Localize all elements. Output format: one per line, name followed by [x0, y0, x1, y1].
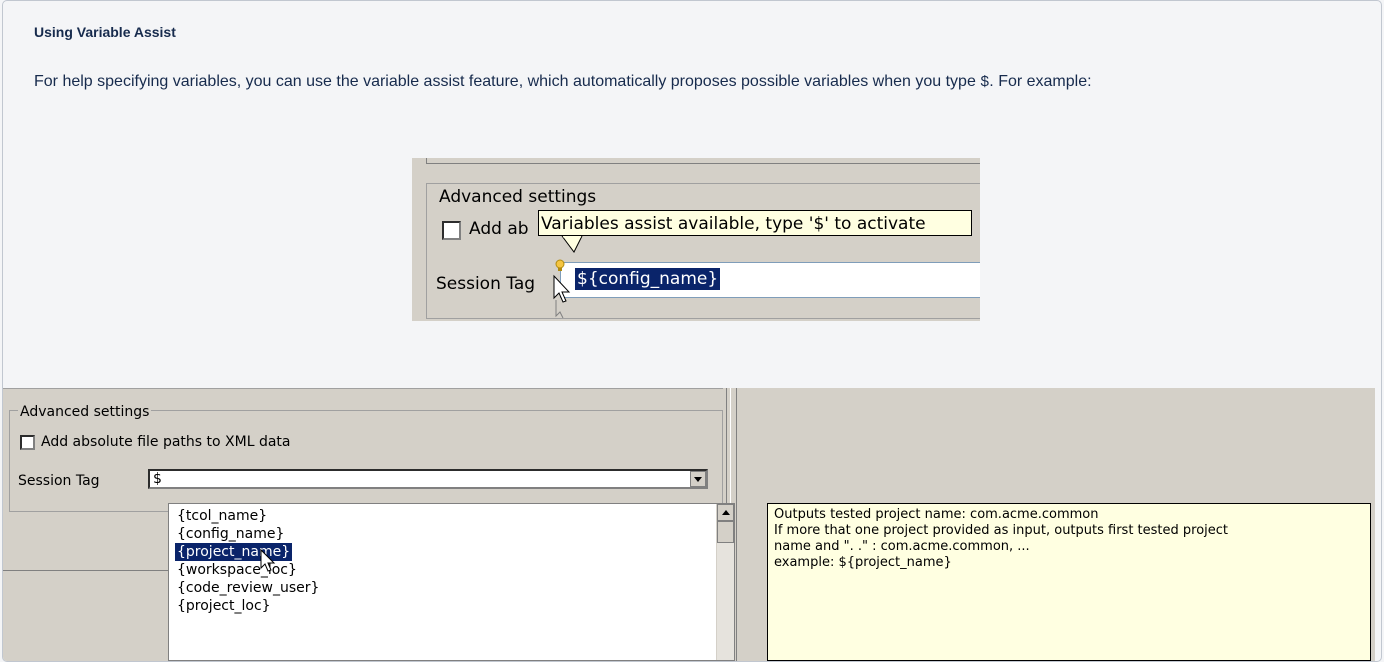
add-absolute-paths-label: Add ab — [469, 219, 529, 239]
list-item[interactable]: {code_review_user} — [175, 579, 321, 597]
session-tag-value: $ — [153, 471, 162, 487]
advanced-settings-label: Advanced settings — [18, 404, 152, 420]
chevron-down-icon — [694, 476, 702, 482]
info-line: name and ". ." : com.acme.common, ... — [774, 539, 1030, 554]
list-item[interactable]: {tcol_name} — [175, 507, 269, 525]
top-divider — [3, 388, 723, 389]
info-line: Outputs tested project name: com.acme.co… — [774, 507, 1099, 522]
advanced-settings-group — [9, 410, 723, 512]
add-absolute-paths-label: Add absolute file paths to XML data — [41, 434, 291, 450]
session-tag-label: Session Tag — [436, 274, 536, 294]
intro-paragraph: For help specifying variables, you can u… — [34, 73, 1092, 91]
variable-description-popup: Outputs tested project name: com.acme.co… — [767, 503, 1371, 661]
session-tag-label: Session Tag — [18, 473, 100, 489]
mouse-cursor-icon — [553, 274, 571, 318]
variable-suggestion-list[interactable]: {tcol_name} {config_name} {project_name}… — [168, 503, 735, 661]
combo-dropdown-button[interactable] — [690, 471, 706, 487]
add-absolute-paths-checkbox[interactable] — [442, 221, 461, 240]
session-tag-combo[interactable]: $ — [148, 469, 708, 489]
suggestion-scrollbar[interactable] — [716, 504, 734, 660]
list-item[interactable]: {project_loc} — [175, 597, 273, 615]
info-panel: Using Variable Assist For help specifyin… — [2, 0, 1382, 662]
advanced-settings-label: Advanced settings — [436, 187, 600, 207]
list-item[interactable]: {workspace_loc} — [175, 561, 299, 579]
add-absolute-paths-checkbox[interactable] — [20, 435, 35, 450]
paragraph-text-before: For help specifying variables, you can u… — [34, 73, 981, 90]
info-line: If more that one project provided as inp… — [774, 523, 1229, 538]
list-item[interactable]: {config_name} — [175, 525, 286, 543]
info-line: example: ${project_name} — [774, 555, 952, 570]
section-heading: Using Variable Assist — [34, 24, 176, 40]
dollar-code: $ — [980, 74, 990, 91]
paragraph-text-after: . For example: — [989, 73, 1092, 90]
screenshot-variable-assist-tooltip: Advanced settings Add ab Session Tag ${c… — [412, 158, 980, 321]
mouse-cursor-icon — [260, 548, 276, 572]
scroll-up-button[interactable] — [717, 504, 734, 521]
scroll-thumb[interactable] — [717, 521, 734, 543]
tooltip-pointer-icon — [561, 236, 583, 253]
right-pane-border — [736, 388, 737, 661]
lightbulb-icon — [555, 259, 565, 271]
previous-group-border — [426, 158, 980, 164]
variable-assist-tooltip: Variables assist available, type '$' to … — [538, 210, 972, 236]
session-tag-selected-text: ${config_name} — [575, 268, 721, 290]
screenshot-variable-suggestions: Advanced settings Add absolute file path… — [3, 388, 1375, 661]
chevron-up-icon — [721, 510, 730, 515]
lower-divider — [3, 570, 168, 571]
